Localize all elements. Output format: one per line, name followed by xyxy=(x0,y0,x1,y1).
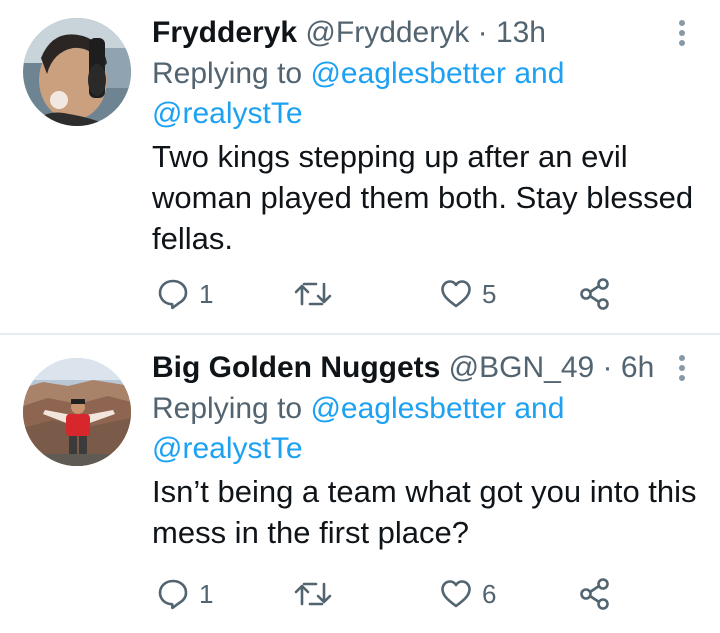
separator-dot: · xyxy=(602,351,613,384)
reply-icon xyxy=(158,279,188,310)
tweet-text: Isn’t being a team what got you into thi… xyxy=(152,474,697,550)
user-handle[interactable]: @BGN_49 xyxy=(449,351,595,384)
share-button[interactable] xyxy=(579,572,611,616)
more-options-icon[interactable] xyxy=(672,20,692,50)
tweet-header: Frydderyk @Frydderyk · 13h xyxy=(152,13,546,53)
separator-dot: · xyxy=(477,16,488,49)
like-button[interactable]: 5 xyxy=(440,272,496,316)
mention-link[interactable]: @eaglesbetter xyxy=(310,57,506,90)
replying-to: Replying to @eaglesbetter and @realystTe xyxy=(152,54,564,134)
replying-to-label: Replying to xyxy=(152,392,303,425)
tweet[interactable]: Big Golden Nuggets @BGN_49 · 6h Replying… xyxy=(0,335,720,633)
timestamp[interactable]: 6h xyxy=(621,351,654,384)
like-count: 6 xyxy=(482,578,497,609)
and-label[interactable]: and xyxy=(514,392,564,425)
like-button[interactable]: 6 xyxy=(440,572,496,616)
retweet-icon xyxy=(294,282,332,306)
avatar[interactable] xyxy=(23,358,131,466)
share-icon xyxy=(580,278,609,310)
timestamp[interactable]: 13h xyxy=(496,16,546,49)
tweet-actions: 1 5 xyxy=(0,272,720,316)
share-button[interactable] xyxy=(579,272,611,316)
display-name[interactable]: Big Golden Nuggets xyxy=(152,351,440,384)
share-icon xyxy=(580,578,609,610)
mention-link[interactable]: @realystTe xyxy=(152,432,303,465)
tweet[interactable]: Frydderyk @Frydderyk · 13h Replying to @… xyxy=(0,0,720,334)
reply-button[interactable]: 1 xyxy=(157,572,213,616)
user-handle[interactable]: @Frydderyk xyxy=(305,16,469,49)
tweet-text: Two kings stepping up after an evil woma… xyxy=(152,139,694,256)
retweet-button[interactable] xyxy=(294,572,342,616)
replying-to: Replying to @eaglesbetter and @realystTe xyxy=(152,389,564,469)
retweet-icon xyxy=(294,582,332,606)
heart-icon xyxy=(441,280,471,308)
reply-count: 1 xyxy=(199,578,214,609)
reply-button[interactable]: 1 xyxy=(157,272,213,316)
tweet-actions: 1 6 xyxy=(0,572,720,616)
and-label[interactable]: and xyxy=(514,57,564,90)
mention-link[interactable]: @realystTe xyxy=(152,97,303,130)
heart-icon xyxy=(441,580,471,608)
replying-to-label: Replying to xyxy=(152,57,303,90)
reply-count: 1 xyxy=(199,278,214,309)
more-options-icon[interactable] xyxy=(672,355,692,385)
avatar[interactable] xyxy=(23,18,131,126)
like-count: 5 xyxy=(482,278,497,309)
tweet-header: Big Golden Nuggets @BGN_49 · 6h xyxy=(152,348,654,388)
reply-icon xyxy=(158,579,188,610)
display-name[interactable]: Frydderyk xyxy=(152,16,297,49)
retweet-button[interactable] xyxy=(294,272,342,316)
mention-link[interactable]: @eaglesbetter xyxy=(310,392,506,425)
